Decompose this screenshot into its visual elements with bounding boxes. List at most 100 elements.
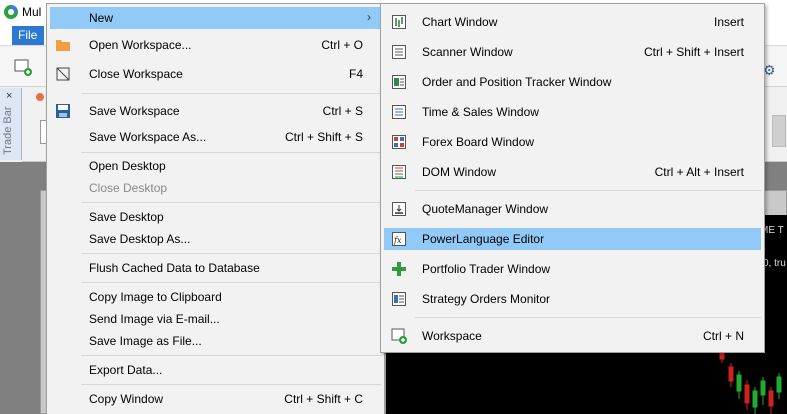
forex-board-icon: [392, 135, 406, 149]
powerlanguage-icon: fx: [392, 232, 406, 246]
menu-item-label: Close Workspace: [89, 67, 183, 81]
trade-bar[interactable]: × Trade Bar: [0, 88, 22, 160]
chevron-right-icon: ›: [367, 10, 371, 24]
menu-item-label: Save Workspace As...: [89, 130, 207, 144]
submenu-item-order-tracker[interactable]: Order and Position Tracker Window: [384, 71, 761, 93]
menu-item-label: Open Desktop: [89, 159, 166, 173]
menu-item-label: Open Workspace...: [89, 38, 192, 52]
menu-item-flush-cache[interactable]: Flush Cached Data to Database: [50, 257, 381, 279]
menu-separator: [81, 253, 381, 254]
menu-item-label: Copy Image to Clipboard: [89, 290, 222, 304]
menu-item-label: Save Workspace: [89, 104, 180, 118]
menu-item-new[interactable]: New ›: [50, 7, 381, 29]
menu-item-label: DOM Window: [422, 165, 497, 179]
menu-item-save-workspace[interactable]: Save Workspace Ctrl + S: [50, 100, 381, 122]
close-workspace-icon: [56, 67, 70, 81]
menu-item-shortcut: F4: [348, 67, 363, 81]
menu-file[interactable]: File: [12, 26, 44, 45]
portfolio-trader-icon: [392, 262, 406, 276]
menu-item-open-desktop[interactable]: Open Desktop: [50, 155, 381, 177]
menu-item-save-workspace-as[interactable]: Save Workspace As... Ctrl + Shift + S: [50, 126, 381, 148]
menu-separator: [81, 152, 381, 153]
status-dot: [36, 93, 44, 101]
menu-separator: [81, 384, 381, 385]
menu-separator: [415, 190, 761, 191]
menu-item-label: Time & Sales Window: [422, 105, 539, 119]
submenu-item-workspace[interactable]: Workspace Ctrl + N: [384, 325, 761, 347]
submenu-item-portfolio-trader[interactable]: Portfolio Trader Window: [384, 258, 761, 280]
menu-item-label: Portfolio Trader Window: [422, 262, 551, 276]
menu-item-label: Save Image as File...: [89, 334, 202, 348]
menu-item-copy-window[interactable]: Copy Window Ctrl + Shift + C: [50, 388, 381, 410]
menu-item-shortcut: Ctrl + N: [702, 329, 744, 343]
menu-separator: [81, 282, 381, 283]
menu-item-label: Export Data...: [89, 363, 163, 377]
candle: [736, 371, 742, 399]
menu-item-label: Save Desktop: [89, 210, 164, 224]
menu-separator: [81, 202, 381, 203]
submenu-item-quotemanager[interactable]: QuoteManager Window: [384, 198, 761, 220]
menu-item-send-image[interactable]: Send Image via E-mail...: [50, 308, 381, 330]
svg-text:fx: fx: [393, 236, 402, 245]
submenu-item-forex-board[interactable]: Forex Board Window: [384, 131, 761, 153]
candle: [776, 373, 782, 399]
submenu-item-time-sales[interactable]: Time & Sales Window: [384, 101, 761, 123]
menu-item-label: Workspace: [422, 329, 482, 343]
order-tracker-icon: [392, 75, 406, 89]
menu-item-label: New: [89, 11, 114, 25]
menu-item-label: Save Desktop As...: [89, 232, 191, 246]
strategy-orders-icon: [392, 292, 406, 306]
time-sales-icon: [392, 105, 406, 119]
menu-item-shortcut: Ctrl + Alt + Insert: [654, 165, 744, 179]
menu-item-shortcut: Ctrl + Shift + Insert: [643, 45, 744, 59]
menu-item-open-workspace[interactable]: Open Workspace... Ctrl + O: [50, 34, 381, 56]
candle: [728, 363, 734, 387]
quotemanager-icon: [392, 202, 406, 216]
candle: [744, 380, 750, 410]
dom-window-icon: [392, 165, 406, 179]
menu-separator: [415, 317, 761, 318]
menu-item-shortcut: Ctrl + Shift + S: [284, 130, 363, 144]
candle: [760, 377, 766, 405]
menu-item-shortcut: Ctrl + O: [321, 38, 363, 52]
menu-item-close-desktop: Close Desktop: [50, 177, 381, 199]
menu-item-label: Strategy Orders Monitor: [422, 292, 551, 306]
submenu-item-powerlanguage-editor[interactable]: fx PowerLanguage Editor: [384, 228, 761, 250]
submenu-item-chart-window[interactable]: Chart Window Insert: [384, 11, 761, 33]
menu-item-label: Send Image via E-mail...: [89, 312, 220, 326]
menu-item-shortcut: Insert: [713, 15, 744, 29]
app-title: Mul: [22, 5, 42, 19]
candle: [752, 387, 758, 414]
candle: [768, 387, 774, 414]
menu-separator: [81, 93, 381, 94]
menu-item-label: Forex Board Window: [422, 135, 535, 149]
save-icon: [56, 104, 70, 118]
app-logo-icon: [4, 5, 18, 19]
submenu-item-dom-window[interactable]: DOM Window Ctrl + Alt + Insert: [384, 161, 761, 183]
menu-item-label: Order and Position Tracker Window: [422, 75, 612, 89]
menu-item-copy-image[interactable]: Copy Image to Clipboard: [50, 286, 381, 308]
close-icon[interactable]: ×: [6, 90, 12, 102]
menu-item-save-desktop[interactable]: Save Desktop: [50, 206, 381, 228]
panel-button[interactable]: [772, 115, 786, 147]
scanner-window-icon: [392, 45, 406, 59]
trade-bar-label: Trade Bar: [2, 106, 14, 156]
menu-item-close-workspace[interactable]: Close Workspace F4: [50, 63, 381, 85]
submenu-item-strategy-orders[interactable]: Strategy Orders Monitor: [384, 288, 761, 310]
folder-icon: [56, 40, 70, 51]
menu-item-label: Scanner Window: [422, 45, 513, 59]
menu-item-export-data[interactable]: Export Data...: [50, 359, 381, 381]
menu-item-save-image[interactable]: Save Image as File...: [50, 330, 381, 352]
menu-item-label: Flush Cached Data to Database: [89, 261, 260, 275]
menu-item-shortcut: Ctrl + S: [322, 104, 363, 118]
menu-item-label: Chart Window: [422, 15, 498, 29]
chart-window-icon: [392, 15, 406, 29]
workspace-icon: [391, 328, 407, 344]
new-submenu: Chart Window Insert Scanner Window Ctrl …: [380, 3, 765, 353]
menu-item-label: Copy Window: [89, 392, 164, 406]
file-menu: New › Open Workspace... Ctrl + O Close W…: [46, 3, 385, 414]
submenu-item-scanner-window[interactable]: Scanner Window Ctrl + Shift + Insert: [384, 41, 761, 63]
menu-item-save-desktop-as[interactable]: Save Desktop As...: [50, 228, 381, 250]
new-chart-icon[interactable]: [14, 59, 34, 77]
menu-item-label: QuoteManager Window: [422, 202, 549, 216]
